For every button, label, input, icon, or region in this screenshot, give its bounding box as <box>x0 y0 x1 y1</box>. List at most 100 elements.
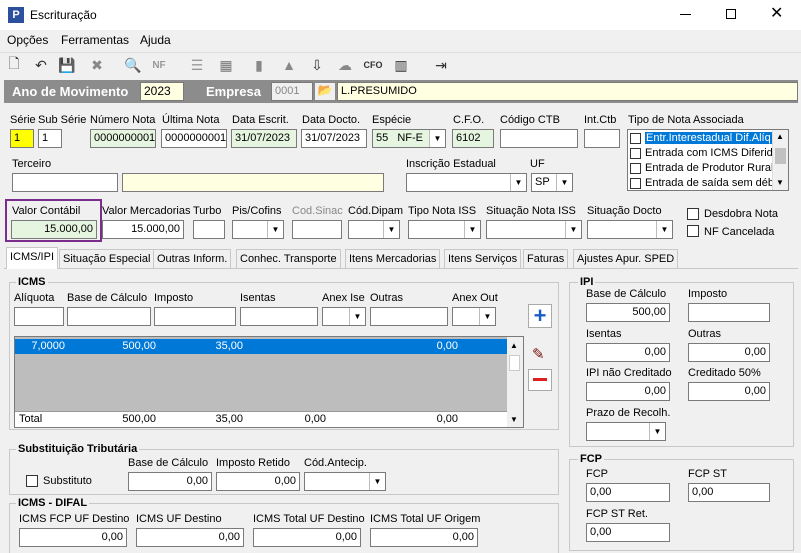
chevron-down-icon[interactable]: ▼ <box>656 221 672 238</box>
exit-icon[interactable]: ⇥ <box>432 56 450 74</box>
folder-icon[interactable]: 📂 <box>314 82 336 101</box>
scroll-down-icon[interactable]: ▼ <box>510 415 518 424</box>
tipo-nota-list[interactable]: Entr.Interestadual Dif.Alíq Entrada com … <box>627 129 789 191</box>
situacao-nota-iss-combo[interactable]: ▼ <box>486 220 582 239</box>
list-item[interactable]: Entrada com ICMS Diferido <box>630 147 773 161</box>
chevron-down-icon[interactable]: ▼ <box>383 221 399 238</box>
ipi-outras-field[interactable]: 0,00 <box>688 343 770 362</box>
difal-total-orig-field[interactable]: 0,00 <box>370 528 478 547</box>
st-base-field[interactable]: 0,00 <box>128 472 212 491</box>
columns-icon[interactable]: ▥ <box>392 56 410 74</box>
edit-icon[interactable]: ✎ <box>532 345 545 363</box>
chevron-down-icon[interactable]: ▼ <box>649 423 665 440</box>
tab-situacao-especial[interactable]: Situação Especial <box>59 249 155 269</box>
tab-faturas[interactable]: Faturas <box>523 249 569 269</box>
import-icon[interactable]: ⇩ <box>308 56 326 74</box>
checkbox[interactable] <box>630 178 641 189</box>
checkbox[interactable] <box>630 148 641 159</box>
fcp-st-field[interactable]: 0,00 <box>688 483 770 502</box>
nfe-icon[interactable]: NF <box>150 56 168 74</box>
scroll-up-icon[interactable]: ▲ <box>510 341 518 350</box>
base-calculo-field[interactable] <box>67 307 151 326</box>
table-row[interactable]: 7,0000 500,00 35,00 0,00 <box>15 339 507 354</box>
ipi-cred50-field[interactable]: 0,00 <box>688 382 770 401</box>
stamp-icon[interactable]: ▲ <box>280 56 298 74</box>
list-item[interactable]: Entrada de saída sem débi <box>630 177 773 190</box>
sub-serie-field[interactable]: 1 <box>38 129 62 148</box>
st-antecip-combo[interactable]: ▼ <box>304 472 386 491</box>
scroll-thumb[interactable] <box>775 148 786 164</box>
list-item[interactable]: Entrada de Produtor Rural <box>630 162 773 176</box>
list-icon[interactable]: ☰ <box>188 56 206 74</box>
st-retido-field[interactable]: 0,00 <box>216 472 300 491</box>
chevron-down-icon[interactable]: ▼ <box>267 221 283 238</box>
doc-icon[interactable]: ▮ <box>250 56 268 74</box>
numero-nota-field[interactable]: 0000000001 <box>90 129 156 148</box>
chevron-down-icon[interactable]: ▼ <box>464 221 480 238</box>
aliquota-field[interactable] <box>14 307 64 326</box>
add-button[interactable]: + <box>528 304 552 328</box>
isentas-field[interactable] <box>240 307 318 326</box>
valor-mercadorias-field[interactable]: 15.000,00 <box>102 220 184 239</box>
substituto-checkbox[interactable] <box>26 475 38 487</box>
save-icon[interactable]: 💾 <box>58 56 76 74</box>
data-escrit-field[interactable]: 31/07/2023 <box>231 129 297 148</box>
ipi-imposto-field[interactable] <box>688 303 770 322</box>
close-icon[interactable]: ✕ <box>770 4 783 24</box>
ano-field[interactable]: 2023 <box>140 82 184 101</box>
chevron-down-icon[interactable]: ▼ <box>565 221 581 238</box>
checkbox[interactable] <box>630 133 641 144</box>
tab-itens-mercadorias[interactable]: Itens Mercadorias <box>345 249 441 269</box>
nf-cancelada-checkbox[interactable] <box>687 225 699 237</box>
codigo-ctb-field[interactable] <box>500 129 578 148</box>
turbo-field[interactable] <box>193 220 225 239</box>
int-ctb-field[interactable] <box>584 129 620 148</box>
checkbox[interactable] <box>630 163 641 174</box>
scroll-thumb[interactable] <box>509 355 520 371</box>
search-icon[interactable]: 🔍 <box>124 56 142 74</box>
anex-ise-combo[interactable]: ▼ <box>322 307 366 326</box>
ipi-isentas-field[interactable]: 0,00 <box>586 343 670 362</box>
tipo-nota-iss-combo[interactable]: ▼ <box>408 220 481 239</box>
chevron-down-icon[interactable]: ▼ <box>369 473 385 490</box>
especie-combo[interactable]: 55 NF-E ▼ <box>372 129 446 148</box>
chevron-down-icon[interactable]: ▼ <box>429 130 445 147</box>
difal-uf-dest-field[interactable]: 0,00 <box>136 528 244 547</box>
tab-conhec-transporte[interactable]: Conhec. Transporte <box>236 249 341 269</box>
scroll-up-icon[interactable]: ▲ <box>776 132 784 141</box>
uf-combo[interactable]: SP ▼ <box>531 173 573 192</box>
cfo-icon[interactable]: CFO <box>364 56 383 74</box>
chevron-down-icon[interactable]: ▼ <box>556 174 572 191</box>
menu-opcoes[interactable]: Opções <box>7 33 48 47</box>
data-docto-field[interactable]: 31/07/2023 <box>301 129 367 148</box>
calc-icon[interactable]: ▦ <box>217 56 235 74</box>
cloud-icon[interactable]: ☁ <box>336 56 354 74</box>
grid-scrollbar[interactable]: ▲ ▼ <box>507 337 523 427</box>
undo-icon[interactable]: ↶ <box>32 56 50 74</box>
ipi-prazo-combo[interactable]: ▼ <box>586 422 666 441</box>
pis-cofins-combo[interactable]: ▼ <box>232 220 284 239</box>
list-item[interactable]: Entr.Interestadual Dif.Alíq <box>630 132 773 146</box>
inscricao-combo[interactable]: ▼ <box>406 173 527 192</box>
valor-contabil-field[interactable]: 15.000,00 <box>11 220 97 239</box>
new-icon[interactable]: 🗋 <box>5 55 23 74</box>
difal-fcp-field[interactable]: 0,00 <box>19 528 127 547</box>
outras-field[interactable] <box>370 307 448 326</box>
maximize-icon[interactable] <box>726 9 736 19</box>
menu-ajuda[interactable]: Ajuda <box>140 33 171 47</box>
terceiro-code-field[interactable] <box>12 173 118 192</box>
cod-dipam-combo[interactable]: ▼ <box>348 220 400 239</box>
minimize-icon[interactable] <box>680 14 691 15</box>
desdobra-nota-checkbox[interactable] <box>687 208 699 220</box>
ipi-base-field[interactable]: 500,00 <box>586 303 670 322</box>
delete-icon[interactable]: ✖ <box>88 56 106 74</box>
remove-button[interactable] <box>528 369 552 391</box>
chevron-down-icon[interactable]: ▼ <box>479 308 495 325</box>
tab-outras-inform[interactable]: Outras Inform. <box>153 249 232 269</box>
menu-ferramentas[interactable]: Ferramentas <box>61 33 129 47</box>
fcp-st-ret-field[interactable]: 0,00 <box>586 523 670 542</box>
anex-out-combo[interactable]: ▼ <box>452 307 496 326</box>
empresa-code-field[interactable]: 0001 <box>271 82 313 101</box>
tab-icms-ipi[interactable]: ICMS/IPI <box>6 247 59 269</box>
scroll-down-icon[interactable]: ▼ <box>776 178 784 187</box>
